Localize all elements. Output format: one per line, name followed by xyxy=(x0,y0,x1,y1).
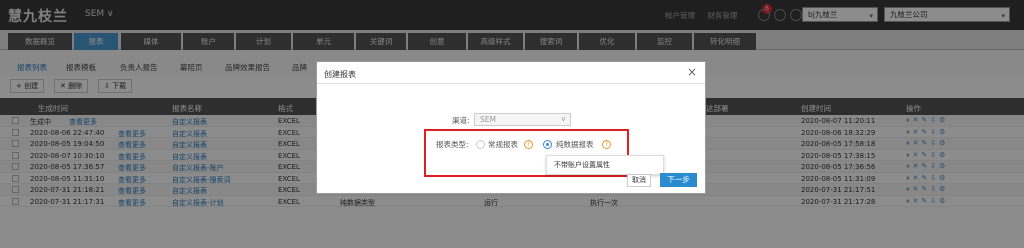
pure-data-report-label[interactable]: 纯数据报表 xyxy=(556,139,594,150)
dialog-header: 创建报表 × xyxy=(317,62,705,84)
help-icon[interactable]: ? xyxy=(524,140,533,149)
chevron-down-icon: ∨ xyxy=(560,115,566,123)
dialog-title: 创建报表 xyxy=(324,70,356,79)
channel-select-value: SEM xyxy=(480,115,496,124)
close-icon[interactable]: × xyxy=(687,65,697,79)
channel-label: 渠道: xyxy=(452,116,470,125)
normal-report-label[interactable]: 常规报表 xyxy=(488,139,518,150)
next-button[interactable]: 下一步 xyxy=(660,173,697,187)
cancel-button[interactable]: 取消 xyxy=(627,174,651,187)
radio-normal-report[interactable] xyxy=(476,140,485,149)
tooltip: 不带账户设置属性 xyxy=(546,155,664,175)
create-report-dialog: 创建报表 × 渠道: SEM ∨ 报表类型: 常规报表 ? 纯数据报表 ? 不带… xyxy=(316,61,706,194)
help-icon[interactable]: ? xyxy=(602,140,611,149)
report-type-label: 报表类型: xyxy=(436,140,469,149)
channel-select[interactable]: SEM ∨ xyxy=(474,113,571,126)
radio-pure-data-report[interactable] xyxy=(543,140,552,149)
